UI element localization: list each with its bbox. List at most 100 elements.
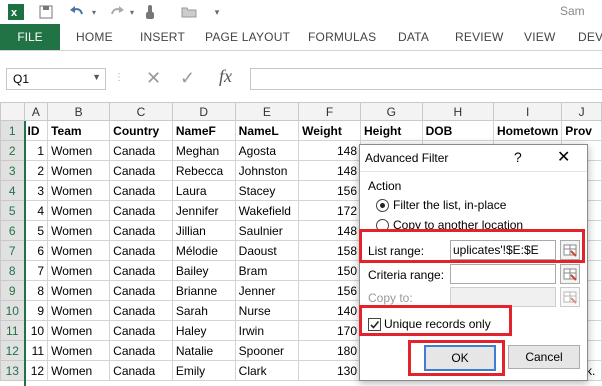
cell[interactable]: 1 [23,140,49,161]
cell[interactable]: 5 [23,220,49,241]
cell[interactable]: 130 [298,360,362,381]
cell[interactable]: Canada [109,140,173,161]
cell[interactable]: 9 [23,300,49,321]
cell[interactable]: Canada [109,320,173,341]
cell[interactable]: Canada [109,280,173,301]
tab-page-layout[interactable]: PAGE LAYOUT [205,30,290,44]
cell[interactable]: Haley [171,320,236,341]
cell[interactable]: Canada [109,220,173,241]
list-range-input[interactable]: uplicates'!$E:$E [450,240,556,260]
cancel-entry-icon[interactable]: ✕ [146,68,161,89]
criteria-range-input[interactable] [450,264,556,284]
tab-view[interactable]: VIEW [524,30,555,44]
cell[interactable]: 148 [298,160,362,181]
redo-dropdown-icon[interactable]: ▾ [128,3,136,21]
list-range-picker-icon[interactable] [560,240,580,260]
cell[interactable]: Mélodie [171,240,236,261]
cell[interactable]: Bram [234,260,300,281]
cell[interactable]: Jennifer [171,200,236,221]
column-header-j[interactable]: J [561,102,602,121]
cell[interactable]: Clark [234,360,300,381]
cell[interactable]: 7 [23,260,49,281]
row-header[interactable]: 3 [0,160,25,181]
tab-developer[interactable]: DEV [578,30,602,44]
cell[interactable]: 140 [298,300,362,321]
confirm-entry-icon[interactable]: ✓ [180,68,195,89]
row-header[interactable]: 1 [0,120,25,141]
unique-records-checkbox[interactable] [368,318,381,331]
cell[interactable]: Women [47,160,111,181]
cell[interactable]: 148 [298,220,362,241]
cell[interactable]: Women [47,180,111,201]
cell[interactable]: 180 [298,340,362,361]
cell[interactable]: 148 [298,140,362,161]
cell[interactable]: Canada [109,160,173,181]
cell[interactable]: Irwin [234,320,300,341]
row-header[interactable]: 10 [0,300,25,321]
cell[interactable]: Women [47,360,111,381]
cell[interactable]: 3 [23,180,49,201]
cell[interactable]: 2 [23,160,49,181]
cell[interactable]: Canada [109,260,173,281]
tab-review[interactable]: REVIEW [455,30,504,44]
cell[interactable]: Agosta [234,140,300,161]
header-cell[interactable]: Country [109,120,173,141]
row-header[interactable]: 13 [0,360,25,381]
cell[interactable]: 11 [23,340,49,361]
open-folder-icon[interactable] [180,3,198,21]
cell[interactable]: Rebecca [171,160,236,181]
tab-file[interactable]: FILE [0,24,60,50]
row-header[interactable]: 8 [0,260,25,281]
cell[interactable]: 150 [298,260,362,281]
header-cell[interactable]: Height [360,120,423,141]
customize-qat-icon[interactable]: ▾ [212,3,222,21]
filter-in-place-radio[interactable] [376,199,389,212]
cell[interactable]: 8 [23,280,49,301]
cell[interactable]: Wakefield [234,200,300,221]
tab-data[interactable]: DATA [398,30,429,44]
ok-button[interactable]: OK [424,345,496,371]
header-cell[interactable]: NameL [234,120,300,141]
row-header[interactable]: 7 [0,240,25,261]
cell[interactable]: Johnston [234,160,300,181]
row-header[interactable]: 6 [0,220,25,241]
cell[interactable]: Stacey [234,180,300,201]
cell[interactable]: Women [47,320,111,341]
cell[interactable]: Women [47,200,111,221]
redo-icon[interactable] [106,3,128,21]
column-header-a[interactable]: A [23,102,49,121]
copy-to-location-radio[interactable] [376,219,389,232]
cell[interactable]: Canada [109,240,173,261]
header-cell[interactable]: Weight [298,120,362,141]
cell[interactable]: 172 [298,200,362,221]
cell[interactable]: Saulnier [234,220,300,241]
name-box-dropdown-icon[interactable]: ▼ [92,72,101,82]
cell[interactable]: 10 [23,320,49,341]
cell[interactable]: Jillian [171,220,236,241]
header-cell[interactable]: Hometown [492,120,563,141]
name-box[interactable]: Q1 ▼ [6,68,106,90]
column-header-e[interactable]: E [234,102,300,121]
cell[interactable]: Canada [109,200,173,221]
cancel-button[interactable]: Cancel [508,345,580,369]
touch-mode-icon[interactable] [142,3,158,21]
cell[interactable]: 12 [23,360,49,381]
header-cell[interactable]: Prov [561,120,602,141]
cell[interactable]: Spooner [234,340,300,361]
column-header-c[interactable]: C [109,102,173,121]
tab-home[interactable]: HOME [76,30,113,44]
row-header[interactable]: 2 [0,140,25,161]
help-icon[interactable]: ? [514,149,522,165]
cell[interactable]: Meghan [171,140,236,161]
copy-to-location-label[interactable]: Copy to another location [393,218,523,232]
cell[interactable]: Laura [171,180,236,201]
row-header[interactable]: 11 [0,320,25,341]
header-cell[interactable]: Team [47,120,111,141]
cell[interactable]: Bailey [171,260,236,281]
cell[interactable]: Women [47,280,111,301]
cell[interactable]: Women [47,340,111,361]
select-all-corner[interactable] [0,102,25,121]
cell[interactable]: 4 [23,200,49,221]
header-cell[interactable]: NameF [171,120,236,141]
cell[interactable]: Natalie [171,340,236,361]
